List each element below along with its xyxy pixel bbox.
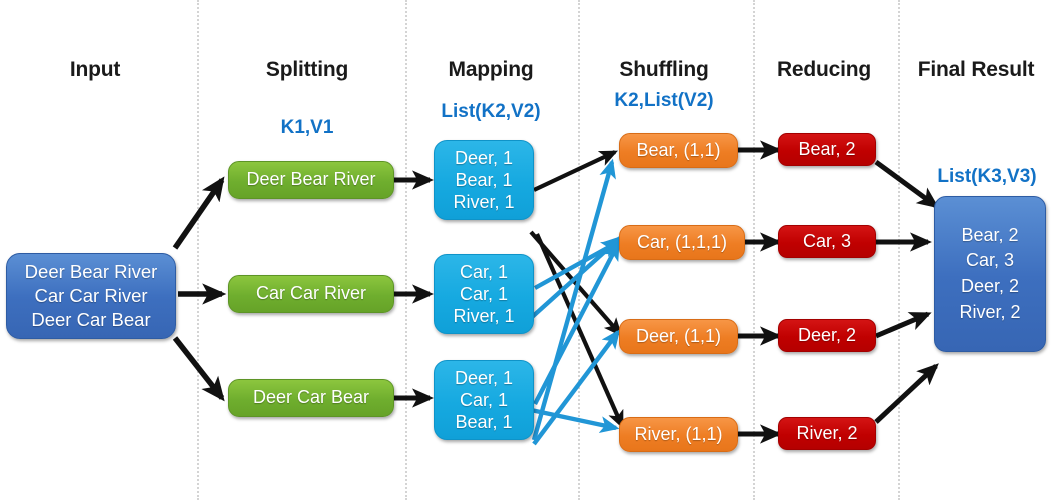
- shuffle-node-car: Car, (1,1,1): [619, 225, 745, 260]
- input-line-3: Deer Car Bear: [31, 309, 151, 331]
- map-node-3-line-1: Deer, 1: [454, 367, 514, 388]
- shuffle-node-river-label: River, (1,1): [634, 423, 723, 444]
- reduce-node-car-label: Car, 3: [802, 230, 852, 251]
- map-node-3: Deer, 1 Car, 1 Bear, 1: [434, 360, 534, 440]
- split-node-1: Deer Bear River: [228, 161, 394, 199]
- reduce-node-river: River, 2: [778, 417, 876, 450]
- map-to-shuffle-arrows-black: [529, 150, 624, 430]
- map-node-2-line-2: Car, 1: [459, 283, 509, 304]
- reduce-to-final-arrows: [874, 159, 940, 424]
- shuffle-node-bear-label: Bear, (1,1): [636, 139, 721, 160]
- kv-label-listk3v3: List(K3,V3): [937, 166, 1037, 187]
- input-line-1: Deer Bear River: [24, 260, 158, 282]
- split-node-2-label: Car Car River: [255, 283, 366, 304]
- column-header-mapping: Mapping: [448, 58, 534, 81]
- map-node-1-line-2: Bear, 1: [455, 169, 513, 190]
- final-result-node: Bear, 2 Car, 3 Deer, 2 River, 2: [934, 196, 1046, 352]
- reduce-node-bear: Bear, 2: [778, 133, 876, 166]
- reduce-node-deer: Deer, 2: [778, 319, 876, 352]
- final-result-line-2: Car, 3: [965, 250, 1015, 271]
- final-result-line-1: Bear, 2: [961, 224, 1019, 245]
- split-to-map-arrows: [392, 170, 434, 408]
- column-header-splitting: Splitting: [265, 58, 349, 81]
- column-header-input: Input: [69, 58, 121, 81]
- map-node-1-line-1: Deer, 1: [454, 147, 514, 168]
- kv-label-k2listv2: K2,List(V2): [614, 90, 714, 111]
- reduce-node-car: Car, 3: [778, 225, 876, 258]
- reduce-node-river-label: River, 2: [796, 422, 858, 443]
- map-node-3-line-2: Car, 1: [459, 389, 509, 410]
- map-node-2-line-1: Car, 1: [459, 261, 509, 282]
- map-node-3-line-3: Bear, 1: [455, 412, 513, 433]
- shuffle-node-car-label: Car, (1,1,1): [636, 231, 728, 252]
- map-node-1: Deer, 1 Bear, 1 River, 1: [434, 140, 534, 220]
- column-header-final-result: Final Result: [917, 58, 1035, 81]
- split-node-1-label: Deer Bear River: [246, 169, 376, 190]
- map-node-2: Car, 1 Car, 1 River, 1: [434, 254, 534, 334]
- split-node-3-label: Deer Car Bear: [252, 387, 370, 408]
- map-node-1-line-3: River, 1: [453, 192, 515, 213]
- reduce-node-bear-label: Bear, 2: [798, 138, 856, 159]
- shuffle-node-deer-label: Deer, (1,1): [635, 325, 722, 346]
- shuffle-node-deer: Deer, (1,1): [619, 319, 738, 354]
- final-result-line-3: Deer, 2: [960, 276, 1020, 296]
- input-line-2: Car Car River: [34, 284, 148, 306]
- split-node-3: Deer Car Bear: [228, 379, 394, 417]
- mapreduce-diagram: Input Splitting Mapping Shuffling Reduci…: [0, 0, 1054, 500]
- split-node-2: Car Car River: [228, 275, 394, 313]
- input-node: Deer Bear River Car Car River Deer Car B…: [6, 253, 176, 339]
- column-header-reducing: Reducing: [776, 58, 872, 81]
- reduce-node-deer-label: Deer, 2: [797, 324, 857, 345]
- column-divider-1: [197, 0, 199, 500]
- map-to-shuffle-arrows-blue: [529, 158, 623, 446]
- kv-label-k1v1: K1,V1: [280, 117, 334, 138]
- shuffle-to-reduce-arrows: [738, 140, 782, 444]
- kv-label-listk2v2: List(K2,V2): [441, 101, 541, 122]
- column-header-shuffling: Shuffling: [619, 58, 709, 81]
- shuffle-node-river: River, (1,1): [619, 417, 738, 452]
- map-node-2-line-3: River, 1: [453, 306, 515, 327]
- final-result-line-4: River, 2: [959, 301, 1021, 322]
- shuffle-node-bear: Bear, (1,1): [619, 133, 738, 168]
